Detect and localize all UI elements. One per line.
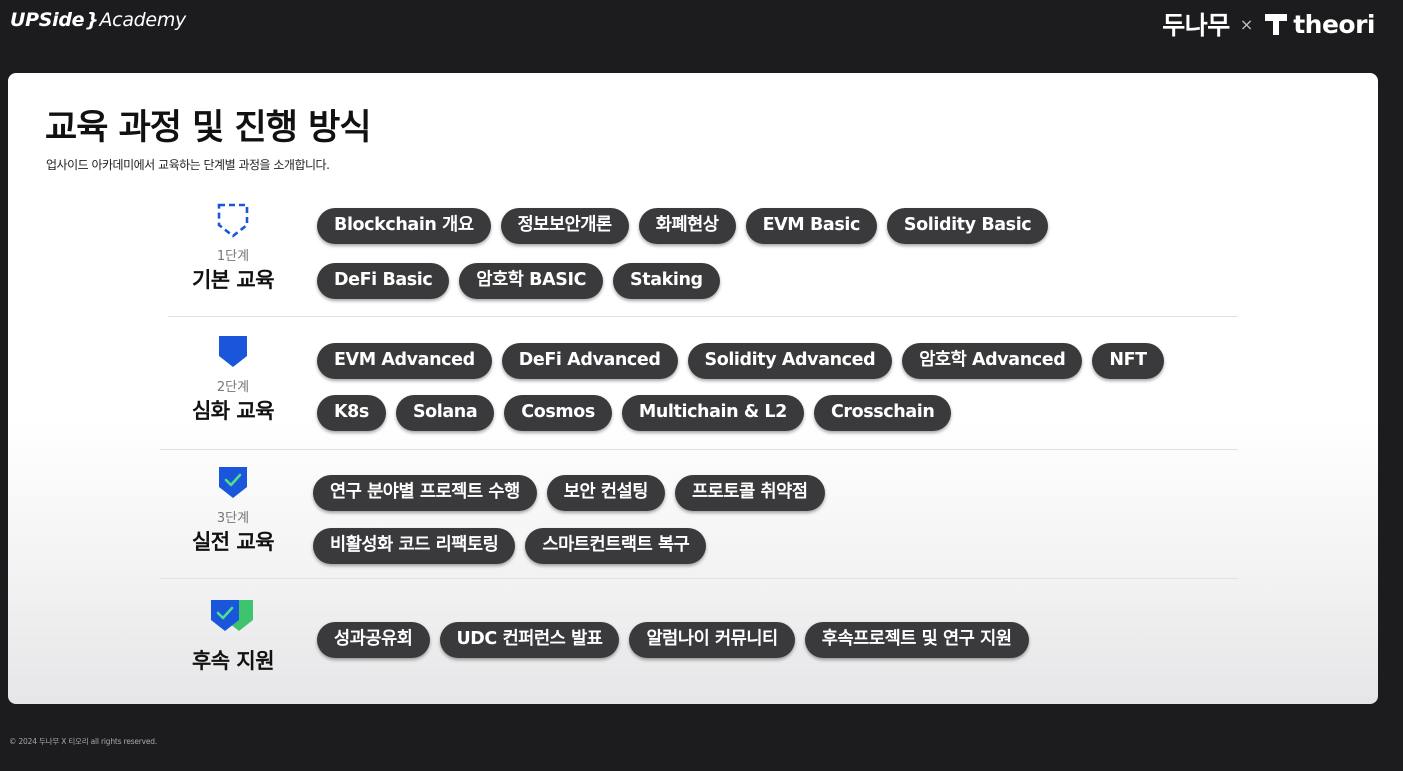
stage-1-label: 1단계 기본 교육 [173,201,293,294]
course-pill[interactable]: 암호학 BASIC [459,263,604,299]
course-pill[interactable]: 스마트컨트랙트 복구 [525,528,707,564]
stage-divider [160,449,1238,450]
dashed-shield-icon [217,203,249,238]
page-title: 교육 과정 및 진행 방식 [45,108,372,148]
course-pill[interactable]: Cosmos [504,395,612,431]
stage-2-row-1: EVM Advanced DeFi Advanced Solidity Adva… [317,343,1164,379]
stage-name: 후속 지원 [191,649,275,673]
course-pill[interactable]: 연구 분야별 프로젝트 수행 [313,475,537,511]
stage-name: 기본 교육 [191,268,275,292]
course-pill[interactable]: 보안 컨설팅 [546,475,665,511]
dunamu-logo: 두나무 [1162,11,1230,40]
course-pill[interactable]: Blockchain 개요 [317,208,491,244]
course-pill[interactable]: EVM Basic [745,208,877,244]
course-pill[interactable]: DeFi Basic [317,263,450,299]
course-pill[interactable]: NFT [1092,343,1164,379]
course-pill[interactable]: UDC 컨퍼런스 발표 [439,622,620,658]
course-pill[interactable]: 알럼나이 커뮤니티 [629,622,795,658]
stage-4-label: 후속 지원 [173,597,293,675]
stage-name: 심화 교육 [191,399,275,423]
copyright-footer: © 2024 두나무 X 티오리 all rights reserved. [9,737,158,746]
curriculum-card: 교육 과정 및 진행 방식 업사이드 아카데미에서 교육하는 단계별 과정을 소… [8,73,1378,704]
stage-2-row-2: K8s Solana Cosmos Multichain & L2 Crossc… [317,395,952,431]
stage-1-row-1: Blockchain 개요 정보보안개론 화폐현상 EVM Basic Soli… [317,208,1049,244]
stage-3-row-2: 비활성화 코드 리팩토링 스마트컨트랙트 복구 [313,528,707,564]
theori-t-icon [1265,14,1288,35]
course-pill[interactable]: 화폐현상 [638,208,736,244]
upside-academy-logo[interactable]: UPSide}Academy [10,9,186,31]
stage-name: 실전 교육 [191,530,275,554]
logo-academy-text: Academy [99,9,186,31]
top-bar: UPSide}Academy 두나무 × theori [0,0,1403,70]
logo-slash: } [85,9,99,31]
logo-brand-text: UPSide [10,9,85,31]
stage-1-row-2: DeFi Basic 암호학 BASIC Staking [317,263,720,299]
stage-4-row-1: 성과공유회 UDC 컨퍼런스 발표 알럼나이 커뮤니티 후속프로젝트 및 연구 … [317,622,1029,658]
course-pill[interactable]: 정보보안개론 [500,208,629,244]
partner-separator: × [1239,14,1254,34]
stage-step: 3단계 [216,511,250,526]
course-pill[interactable]: Staking [613,263,720,299]
course-pill[interactable]: DeFi Advanced [501,343,678,379]
course-pill[interactable]: Crosschain [813,395,952,431]
shield-icon [219,336,247,367]
page-subtitle: 업사이드 아카데미에서 교육하는 단계별 과정을 소개합니다. [46,158,330,172]
course-pill[interactable]: Solidity Basic [886,208,1049,244]
theori-logo: theori [1293,9,1375,39]
course-pill[interactable]: 프로토콜 취약점 [674,475,825,511]
course-pill[interactable]: Solidity Advanced [687,343,893,379]
course-pill[interactable]: Solana [395,395,495,431]
stage-step: 2단계 [216,380,250,395]
partner-logos: 두나무 × theori [1162,6,1375,42]
stage-3-label: 3단계 실전 교육 [173,463,293,556]
stage-3-row-1: 연구 분야별 프로젝트 수행 보안 컨설팅 프로토콜 취약점 [313,475,825,511]
stage-divider [160,578,1238,579]
course-pill[interactable]: 암호학 Advanced [902,343,1083,379]
course-pill[interactable]: 비활성화 코드 리팩토링 [313,528,516,564]
course-pill[interactable]: Multichain & L2 [621,395,804,431]
stage-step: 1단계 [216,249,250,264]
stage-divider [168,316,1238,317]
course-pill[interactable]: 후속프로젝트 및 연구 지원 [804,622,1029,658]
course-pill[interactable]: EVM Advanced [317,343,492,379]
stage-2-label: 2단계 심화 교육 [173,332,293,425]
double-shield-check-icon [211,600,253,631]
course-pill[interactable]: 성과공유회 [317,622,430,658]
shield-check-icon [219,467,247,498]
course-pill[interactable]: K8s [317,395,386,431]
